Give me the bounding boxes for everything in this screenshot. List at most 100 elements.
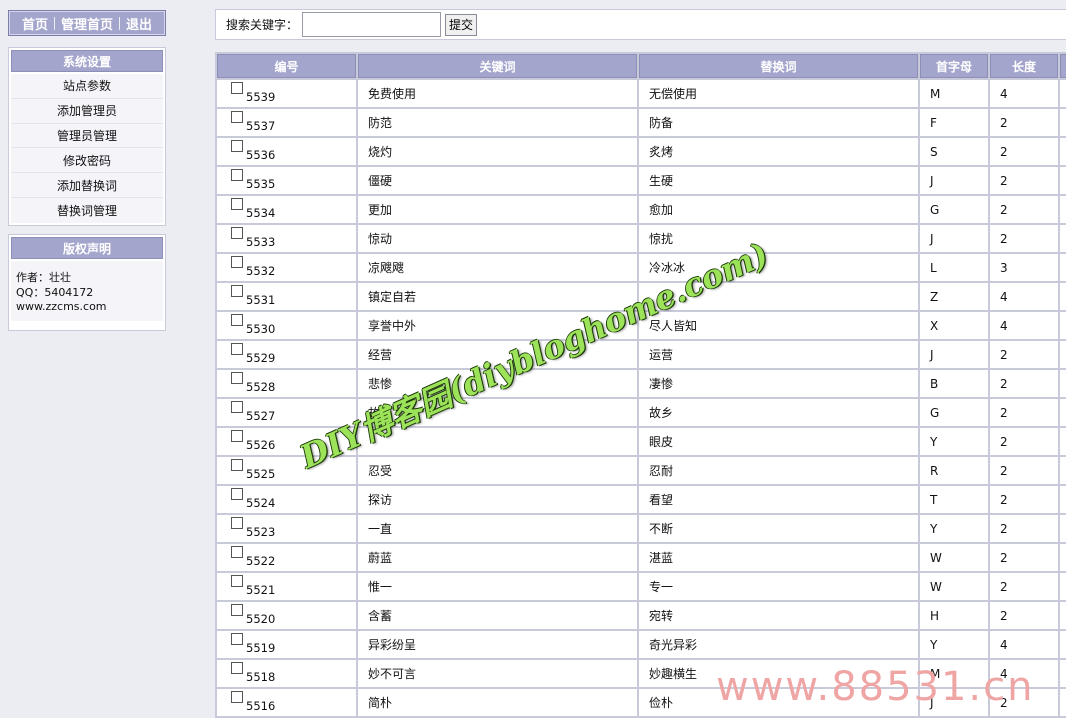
keyword-cell: 镇定自若 <box>358 283 637 310</box>
replacement-cell: 专一 <box>639 573 918 600</box>
length-cell: 2 <box>990 196 1058 223</box>
extra-cell <box>1060 254 1066 281</box>
keyword-cell: 异彩纷呈 <box>358 631 637 658</box>
replacement-cell: 奇光异彩 <box>639 631 918 658</box>
row-checkbox[interactable] <box>231 111 243 123</box>
replacement-cell: 不断 <box>639 515 918 542</box>
settings-menu-item[interactable]: 添加管理员 <box>11 98 163 124</box>
replacement-cell: 运营 <box>639 341 918 368</box>
nav-home-link[interactable]: 首页 <box>22 14 48 33</box>
row-id: 5529 <box>246 351 276 365</box>
row-checkbox[interactable] <box>231 82 243 94</box>
row-id: 5520 <box>246 612 276 626</box>
table-row: 5531 镇定自若 Z 4 <box>217 283 1066 310</box>
col-header-length[interactable]: 长度 <box>990 54 1058 78</box>
settings-menu-item[interactable]: 替换词管理 <box>11 197 163 223</box>
row-id: 5539 <box>246 90 276 104</box>
keyword-cell: 简朴 <box>358 689 637 716</box>
initial-cell: G <box>920 399 988 426</box>
table-row: 5527 故土 故乡 G 2 <box>217 399 1066 426</box>
row-id: 5537 <box>246 119 276 133</box>
length-cell: 4 <box>990 283 1058 310</box>
extra-cell <box>1060 660 1066 687</box>
initial-cell: H <box>920 602 988 629</box>
row-checkbox[interactable] <box>231 169 243 181</box>
initial-cell: J <box>920 341 988 368</box>
keyword-cell: 经营 <box>358 341 637 368</box>
row-checkbox[interactable] <box>231 633 243 645</box>
row-checkbox[interactable] <box>231 343 243 355</box>
initial-cell: Z <box>920 283 988 310</box>
row-checkbox[interactable] <box>231 285 243 297</box>
id-cell: 5519 <box>217 631 356 658</box>
nav-logout-link[interactable]: 退出 <box>126 14 152 33</box>
initial-cell: J <box>920 167 988 194</box>
length-cell: 2 <box>990 689 1058 716</box>
replacement-cell: 炙烤 <box>639 138 918 165</box>
table-row: 5528 悲惨 凄惨 B 2 <box>217 370 1066 397</box>
row-checkbox[interactable] <box>231 517 243 529</box>
replacement-cell: 故乡 <box>639 399 918 426</box>
initial-cell: L <box>920 254 988 281</box>
row-checkbox[interactable] <box>231 459 243 471</box>
row-checkbox[interactable] <box>231 430 243 442</box>
length-cell: 2 <box>990 399 1058 426</box>
row-checkbox[interactable] <box>231 314 243 326</box>
search-submit-button[interactable]: 提交 <box>445 13 478 36</box>
id-cell: 5521 <box>217 573 356 600</box>
row-checkbox[interactable] <box>231 198 243 210</box>
settings-panel-title: 系统设置 <box>11 50 163 72</box>
row-checkbox[interactable] <box>231 140 243 152</box>
keyword-cell: 烧灼 <box>358 138 637 165</box>
col-header-replacement[interactable]: 替换词 <box>639 54 918 78</box>
qq-text: QQ：5404172 <box>16 285 94 299</box>
copyright-panel: 版权声明 作者：壮壮 QQ：5404172 www.zzcms.com <box>8 234 166 331</box>
row-checkbox[interactable] <box>231 488 243 500</box>
search-bar: 搜索关键字： 提交 <box>215 9 1066 40</box>
col-header-initial[interactable]: 首字母 <box>920 54 988 78</box>
replacement-cell: 惊扰 <box>639 225 918 252</box>
length-cell: 2 <box>990 109 1058 136</box>
settings-menu-item[interactable]: 修改密码 <box>11 148 163 174</box>
keyword-cell: 故土 <box>358 399 637 426</box>
copyright-info: 作者：壮壮 QQ：5404172 www.zzcms.com <box>11 261 163 321</box>
keyword-cell: 一直 <box>358 515 637 542</box>
keyword-cell: 妙不可言 <box>358 660 637 687</box>
settings-menu-item[interactable]: 管理员管理 <box>11 123 163 149</box>
nav-divider <box>119 16 120 30</box>
row-id: 5524 <box>246 496 276 510</box>
row-checkbox[interactable] <box>231 227 243 239</box>
row-checkbox[interactable] <box>231 575 243 587</box>
row-checkbox[interactable] <box>231 662 243 674</box>
col-header-keyword[interactable]: 关键词 <box>358 54 637 78</box>
row-id: 5516 <box>246 699 276 713</box>
settings-menu-item[interactable]: 站点参数 <box>11 74 163 99</box>
search-input[interactable] <box>302 12 442 37</box>
table-row: 5521 惟一 专一 W 2 <box>217 573 1066 600</box>
col-header-id[interactable]: 编号 <box>217 54 356 78</box>
row-checkbox[interactable] <box>231 691 243 703</box>
keyword-cell: 忍受 <box>358 457 637 484</box>
keyword-cell: 更加 <box>358 196 637 223</box>
table-row: 5537 防范 防备 F 2 <box>217 109 1066 136</box>
length-cell: 2 <box>990 167 1058 194</box>
row-checkbox[interactable] <box>231 256 243 268</box>
table-row: 5520 含蓄 宛转 H 2 <box>217 602 1066 629</box>
initial-cell: J <box>920 225 988 252</box>
nav-admin-home-link[interactable]: 管理首页 <box>61 14 113 33</box>
settings-menu-item[interactable]: 添加替换词 <box>11 173 163 198</box>
extra-cell <box>1060 544 1066 571</box>
row-checkbox[interactable] <box>231 546 243 558</box>
row-id: 5521 <box>246 583 276 597</box>
replacement-cell: 愈加 <box>639 196 918 223</box>
extra-cell <box>1060 631 1066 658</box>
extra-cell <box>1060 689 1066 716</box>
row-checkbox[interactable] <box>231 372 243 384</box>
row-checkbox[interactable] <box>231 401 243 413</box>
length-cell: 2 <box>990 457 1058 484</box>
row-checkbox[interactable] <box>231 604 243 616</box>
length-cell: 2 <box>990 602 1058 629</box>
row-id: 5527 <box>246 409 276 423</box>
replacement-cell: 宛转 <box>639 602 918 629</box>
id-cell: 5536 <box>217 138 356 165</box>
